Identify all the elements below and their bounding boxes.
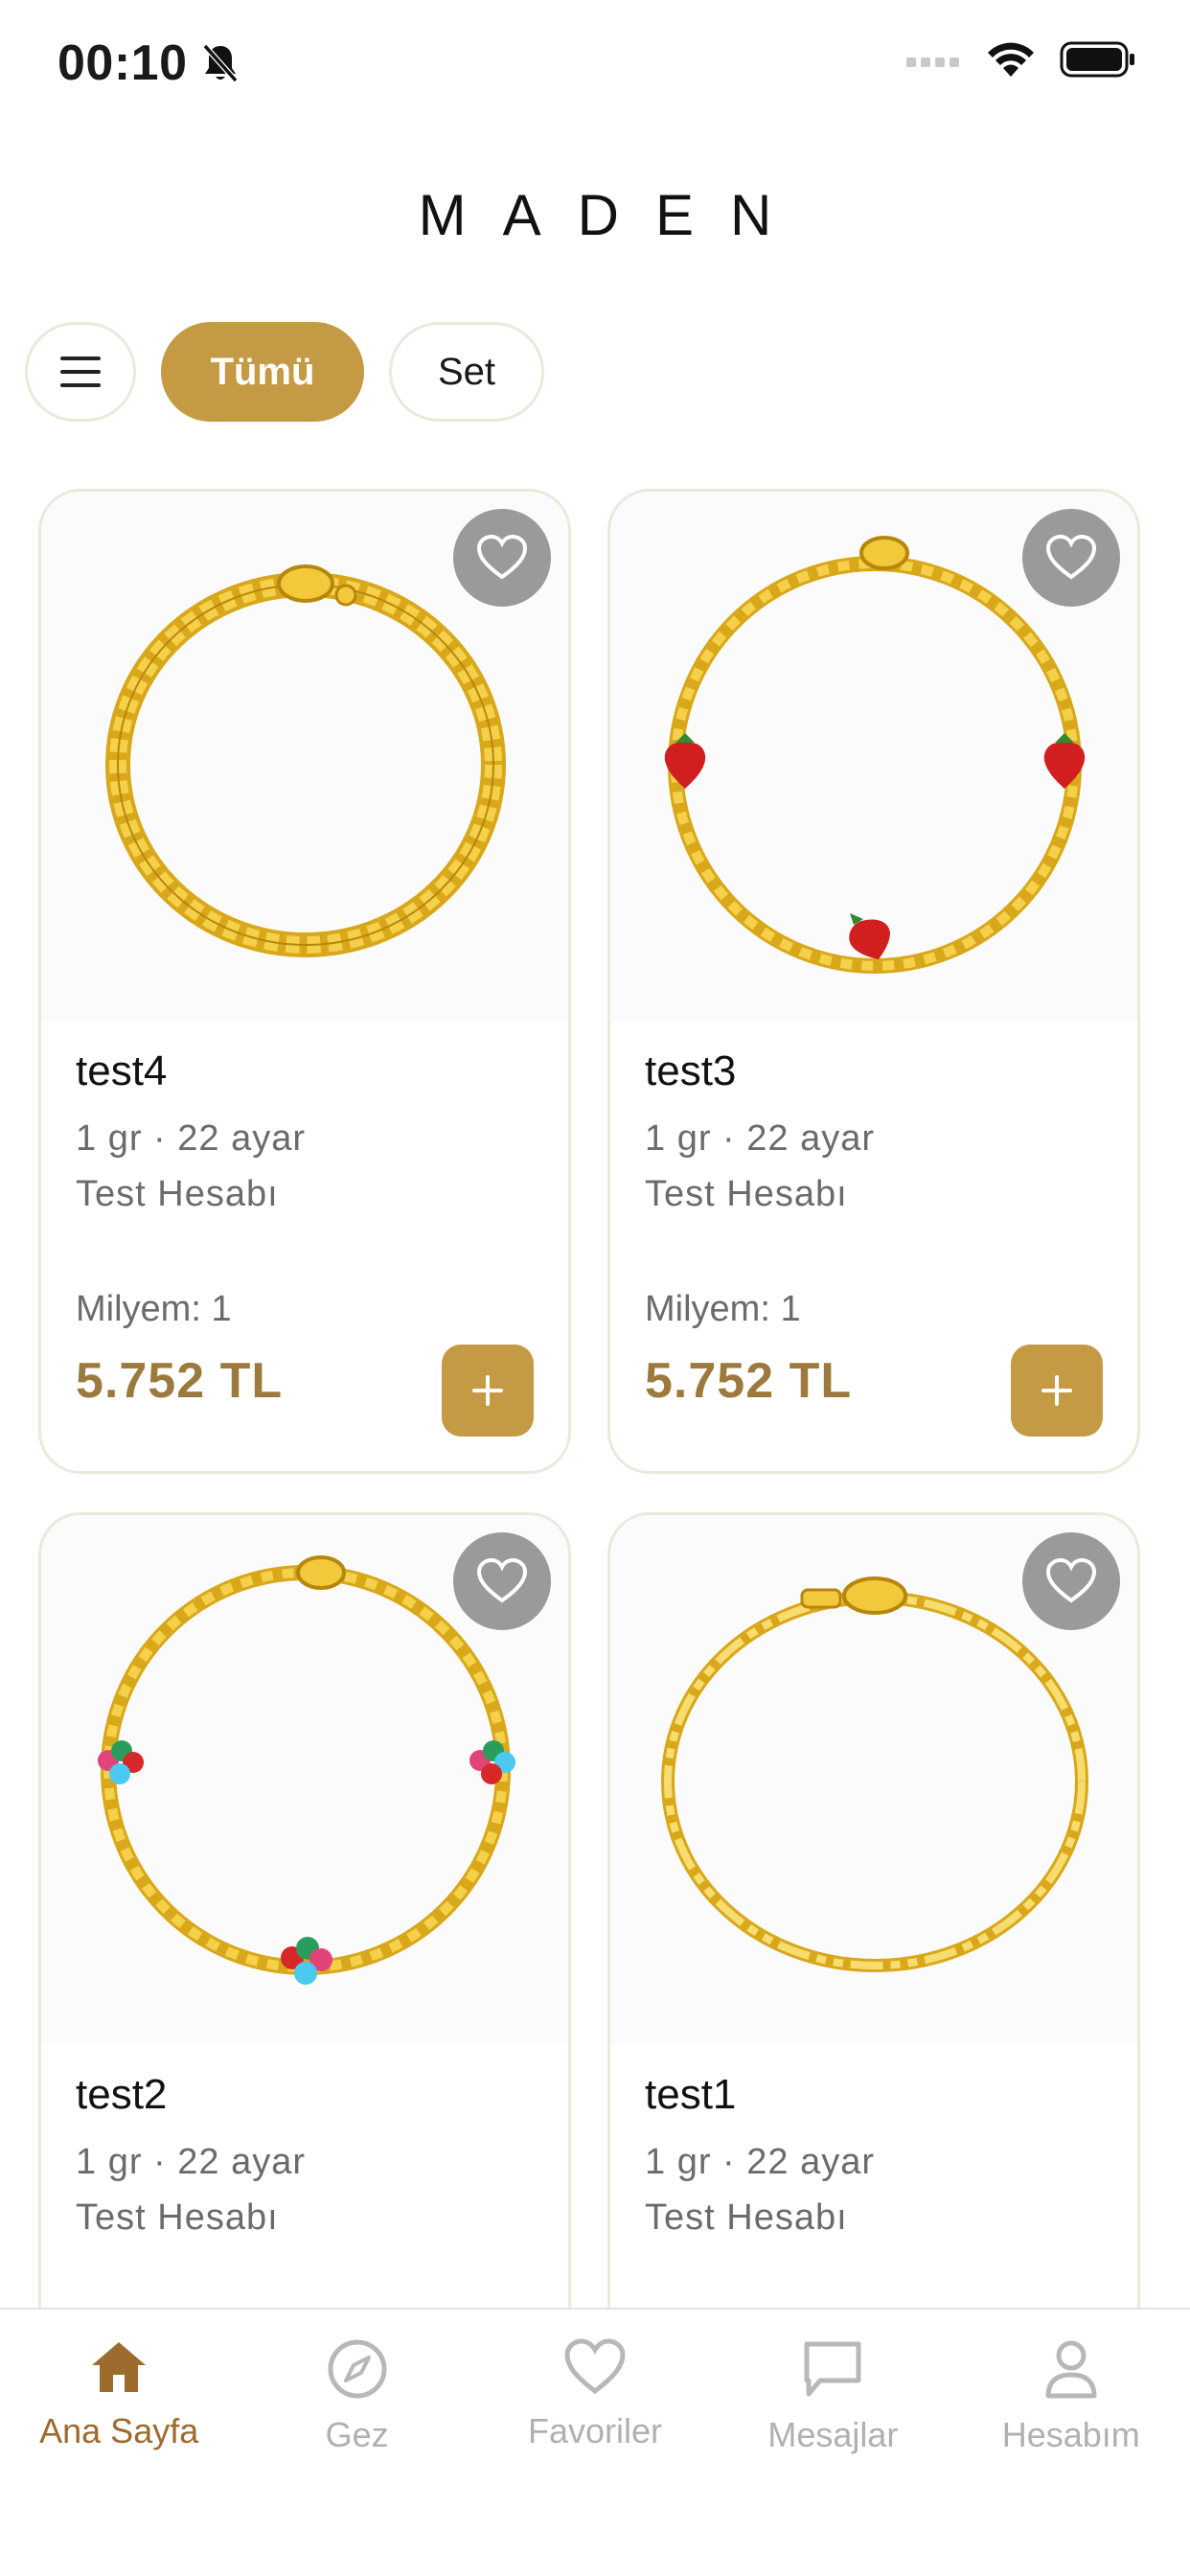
tab-bar: Ana Sayfa Gez Favoriler Mesajlar Hesabım — [0, 2308, 1190, 2576]
plus-icon — [472, 1375, 503, 1406]
tab-account[interactable]: Hesabım — [952, 2310, 1190, 2501]
product-card[interactable]: test4 1 gr · 22 ayar Test Hesabı Milyem:… — [38, 489, 571, 1474]
tab-label: Gez — [325, 2415, 389, 2454]
product-price: 5.752 TL — [645, 1353, 853, 1409]
status-time-text: 00:10 — [57, 35, 188, 91]
product-card[interactable]: test2 1 gr · 22 ayar Test Hesabı — [38, 1512, 571, 2375]
wifi-icon — [988, 42, 1034, 77]
heart-icon — [564, 2338, 626, 2395]
product-meta: 1 gr · 22 ayar — [76, 2142, 306, 2182]
heart-icon — [1045, 535, 1097, 580]
tab-label: Hesabım — [1001, 2415, 1140, 2454]
product-seller: Test Hesabı — [76, 2197, 279, 2238]
strawberry-charm — [849, 913, 890, 959]
home-icon — [92, 2342, 147, 2392]
heart-icon — [476, 1558, 528, 1603]
bell-slash-icon — [202, 44, 238, 82]
filter-chip-all[interactable]: Tümü — [161, 322, 364, 422]
battery-icon — [1060, 41, 1134, 78]
product-seller: Test Hesabı — [76, 1174, 279, 1214]
cellular-icon — [906, 58, 959, 67]
favorite-button[interactable] — [453, 1532, 551, 1630]
heart-icon — [1045, 1558, 1097, 1603]
app-logo: MADEN — [418, 183, 809, 247]
product-meta: 1 gr · 22 ayar — [76, 1118, 306, 1159]
product-seller: Test Hesabı — [645, 2197, 848, 2238]
menu-button[interactable] — [25, 322, 136, 422]
tab-label: Ana Sayfa — [39, 2411, 199, 2450]
user-icon — [1045, 2340, 1097, 2399]
product-milyem: Milyem: 1 — [645, 1289, 801, 1329]
menu-icon — [60, 356, 101, 387]
compass-icon — [328, 2339, 387, 2399]
product-meta: 1 gr · 22 ayar — [645, 2142, 875, 2182]
tab-label: Mesajlar — [767, 2415, 899, 2454]
product-meta: 1 gr · 22 ayar — [645, 1118, 875, 1159]
product-card[interactable]: test1 1 gr · 22 ayar Test Hesabı — [607, 1512, 1140, 2375]
favorite-button[interactable] — [1022, 1532, 1120, 1630]
add-to-cart-button[interactable] — [1011, 1345, 1103, 1437]
tab-messages[interactable]: Mesajlar — [714, 2310, 951, 2501]
product-name: test1 — [645, 2071, 737, 2118]
product-seller: Test Hesabı — [645, 1174, 848, 1214]
message-icon — [804, 2341, 861, 2397]
product-name: test3 — [645, 1047, 737, 1094]
tab-favorites[interactable]: Favoriler — [476, 2310, 714, 2501]
filter-chip-set[interactable]: Set — [389, 322, 544, 422]
tab-explore[interactable]: Gez — [238, 2310, 475, 2501]
status-icons — [906, 40, 1136, 79]
status-time: 00:10 — [57, 34, 240, 92]
favorite-button[interactable] — [453, 509, 551, 607]
heart-icon — [476, 535, 528, 580]
product-price: 5.752 TL — [76, 1353, 284, 1409]
product-name: test2 — [76, 2071, 168, 2118]
tab-home[interactable]: Ana Sayfa — [0, 2310, 238, 2501]
filter-row: Tümü Set — [25, 322, 544, 422]
add-to-cart-button[interactable] — [442, 1345, 534, 1437]
product-card[interactable]: test3 1 gr · 22 ayar Test Hesabı Milyem:… — [607, 489, 1140, 1474]
tab-label: Favoriler — [527, 2411, 662, 2450]
favorite-button[interactable] — [1022, 509, 1120, 607]
product-name: test4 — [76, 1047, 168, 1094]
plus-icon — [1041, 1375, 1072, 1406]
product-milyem: Milyem: 1 — [76, 1289, 232, 1329]
status-bar: 00:10 — [0, 0, 1190, 125]
